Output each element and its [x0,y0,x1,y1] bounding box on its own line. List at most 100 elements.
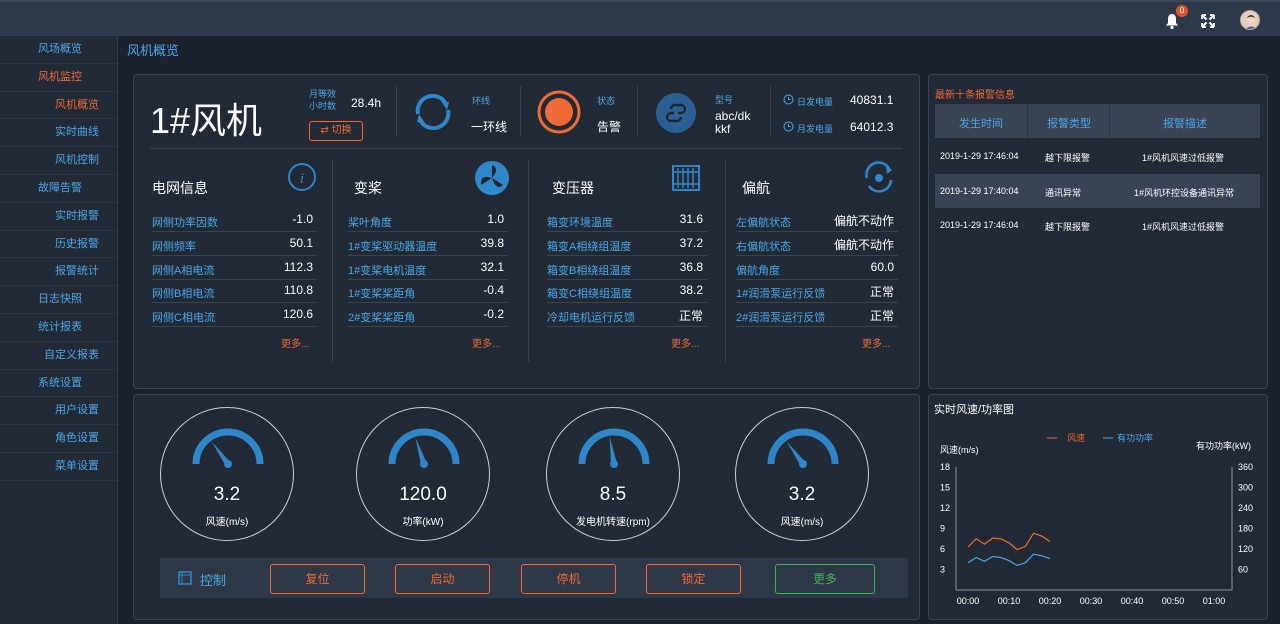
sidebar-item[interactable]: 角色设置 [0,425,117,453]
sidebar-item[interactable]: 自定义报表 [0,342,117,370]
data-row: 1#变桨电机温度 32.1 [348,256,508,280]
data-row: 左偏航状态 偏航不动作 [736,208,898,232]
sidebar-item[interactable]: 故障告警 [0,175,117,203]
notification-badge: 0 [1176,5,1188,17]
row-value: 36.8 [679,259,703,274]
more-link[interactable]: 更多... [472,335,500,350]
y-tick-label: 6 [940,544,945,554]
data-row: 箱变C相绕组温度 38.2 [547,279,707,304]
row-value: 正常 [869,285,894,300]
breadcrumb: 风机概览 [127,43,180,58]
switch-button[interactable]: ⇄ 切换 [309,121,363,141]
lock-button[interactable]: 锁定 [646,564,741,594]
avatar[interactable] [1240,10,1260,30]
turbine-name: 1#风机 [150,100,263,141]
data-row: 网侧频率 50.1 [152,232,317,256]
y-axis-label: 风速(m/s) [940,445,979,455]
gauge-label: 发电机转速(rpm) [576,517,650,528]
month-power-icon [783,121,794,132]
control-gear-icon [178,571,192,585]
row-key: 网侧功率因数 [152,217,218,229]
model-link-icon [656,93,696,133]
y2-axis-label: 有功功率(kW) [1196,440,1251,451]
section-title: 变桨 [354,180,382,196]
sidebar-item[interactable]: 用户设置 [0,397,117,426]
data-row: 箱变A相绕组温度 37.2 [547,232,707,256]
gauge-dial-icon [767,428,839,468]
y2-tick-label: 180 [1238,524,1253,534]
sidebar-item[interactable]: 实时报警 [0,203,117,231]
month-power-label: 月发电量 [797,124,834,134]
gauge: 3.2 风速(m/s) [160,407,294,541]
data-row: 箱变B相绕组温度 36.8 [547,256,707,280]
refresh-icon [415,93,451,131]
data-row: 2#变桨桨距角 -0.2 [348,303,508,328]
row-value: 正常 [678,309,703,324]
sidebar-item[interactable]: 统计报表 [0,314,117,342]
row-key: 箱变C相绕组温度 [547,288,632,301]
data-row: 网侧C相电流 120.6 [152,303,317,328]
stop-button[interactable]: 停机 [521,564,616,594]
row-value: 正常 [869,309,894,324]
sidebar-item[interactable]: 风机监控 [0,64,117,92]
row-key: 偏航角度 [736,264,780,277]
more-link[interactable]: 更多... [671,335,699,350]
start-button[interactable]: 启动 [395,564,490,594]
gauge-dial-icon [192,428,264,468]
row-value: 110.8 [283,283,313,298]
data-row: 1#变桨驱动器温度 39.8 [348,232,508,256]
col-time: 发生时间 [959,118,1003,130]
data-row: 网侧A相电流 112.3 [152,256,317,280]
x-tick-label: 00:20 [1039,596,1062,606]
gauge-value: 8.5 [599,484,627,505]
section-title: 变压器 [552,180,594,196]
data-row: 冷却电机运行反馈 正常 [547,303,707,328]
more-link[interactable]: 更多... [862,335,890,350]
sidebar-item[interactable]: 风机概览 [0,92,117,120]
y-tick-label: 15 [940,483,950,493]
sidebar-item[interactable]: 风场概览 [0,36,117,64]
reset-button[interactable]: 复位 [270,564,365,594]
fullscreen-icon[interactable] [1199,12,1217,30]
alarm-time: 2019-1-29 17:40:04 [940,185,1019,196]
sidebar-item[interactable]: 报警统计 [0,258,117,287]
sidebar-item[interactable]: 风机控制 [0,147,117,175]
data-row: 2#润滑泵运行反馈 正常 [736,303,898,328]
alarm-desc: 1#风机风速过低报警 [1142,153,1225,163]
x-tick-label: 01:00 [1203,596,1226,606]
model-value-line1: abc/dk [715,109,751,123]
alarm-time: 2019-1-29 17:46:04 [940,151,1019,161]
row-key: 网侧B相电流 [152,288,215,301]
sidebar-item[interactable]: 菜单设置 [0,453,117,481]
sidebar-item[interactable]: 实时曲线 [0,119,117,148]
y2-tick-label: 300 [1238,483,1253,493]
status-value: 告警 [597,120,622,134]
alarm-row[interactable]: 2019-1-29 17:46:04 越下限报警 1#风机风速过低报警 [935,139,1260,173]
sidebar-item[interactable]: 历史报警 [0,231,117,259]
gauge-label: 功率(kW) [402,517,444,528]
data-row: 1#变桨桨距角 -0.4 [348,279,508,304]
gauge: 3.2 风速(m/s) [735,407,869,541]
gauge: 120.0 功率(kW) [356,407,490,541]
sidebar-item[interactable]: 系统设置 [0,370,117,398]
more-button[interactable]: 更多 [775,564,875,594]
alarm-desc: 1#风机环控设备通讯异常 [1134,187,1235,198]
more-link[interactable]: 更多... [281,335,309,350]
day-power-value: 40831.1 [850,93,894,107]
data-row: 1#润滑泵运行反馈 正常 [736,279,898,304]
data-row: 右偏航状态 偏航不动作 [736,232,898,256]
control-label: 控制 [200,573,227,588]
y-tick-label: 12 [940,503,950,513]
row-key: 右偏航状态 [736,240,791,253]
row-value: 偏航不动作 [833,214,894,228]
row-key: 网侧频率 [152,240,196,253]
equiv-hours-label-2: 小时数 [309,101,337,111]
alarm-row[interactable]: 2019-1-29 17:46:04 越下限报警 1#风机风速过低报警 [935,208,1260,242]
alarm-panel-title: 最新十条报警信息 [935,90,1015,101]
pitch-fan-icon [475,161,509,195]
gauge-dial-icon [578,428,650,468]
ring-label: 环线 [472,96,491,106]
sidebar-item[interactable]: 日志快照 [0,286,117,314]
alarm-row[interactable]: 2019-1-29 17:40:04 通讯异常 1#风机环控设备通讯异常 [935,173,1260,208]
y2-tick-label: 60 [1238,565,1248,575]
